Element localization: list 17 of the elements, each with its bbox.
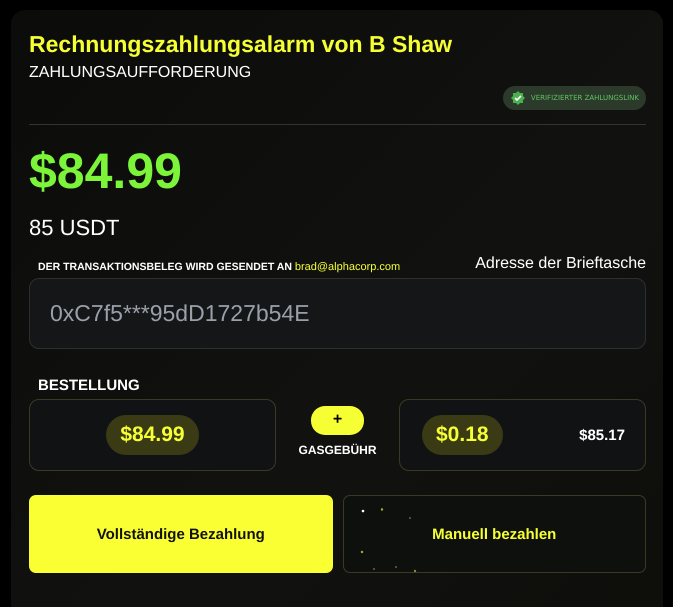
order-amount: $84.99: [106, 415, 199, 455]
wallet-address-field[interactable]: 0xC7f5***95dD1727b54E: [29, 278, 646, 349]
total-amount: $85.17: [579, 426, 625, 444]
order-heading: BESTELLUNG: [38, 377, 141, 394]
wallet-label: Adresse der Brieftasche: [475, 255, 646, 273]
plus-button[interactable]: +: [311, 406, 364, 434]
manual-payment-button[interactable]: Manuell bezahlen: [342, 495, 646, 573]
full-payment-button[interactable]: Vollständige Bezahlung: [29, 495, 333, 573]
fee-amount: $0.18: [422, 415, 503, 455]
price-amount: $84.99: [29, 142, 183, 201]
card-title: Rechnungszahlungsalarm von B Shaw: [29, 30, 454, 58]
gas-fee-label: GASGEBÜHR: [298, 442, 376, 456]
receipt-note: DER TRANSAKTIONSBELEG WIRD GESENDET AN brad@alphacorp.com: [38, 261, 400, 273]
crypto-amount: 85 USDT: [29, 215, 120, 241]
email-link[interactable]: brad@alphacorp.com: [294, 261, 400, 273]
verified-check-icon: [510, 90, 526, 106]
card-subtitle: ZAHLUNGSAUFFORDERUNG: [29, 64, 252, 82]
